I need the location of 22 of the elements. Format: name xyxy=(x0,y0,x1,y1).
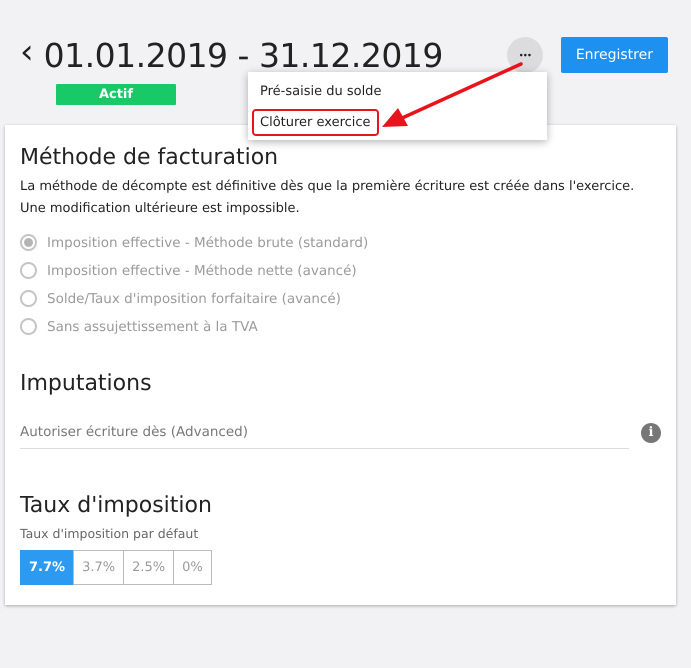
radio-label: Imposition effective - Méthode brute (standard) xyxy=(47,234,368,250)
radio-label: Sans assujettissement à la TVA xyxy=(47,318,258,334)
back-button[interactable]: ‹ xyxy=(20,35,44,75)
rate-toggle[interactable]: 2.5% xyxy=(123,550,174,585)
description: La méthode de décompte est définitive dès que la première écriture est créée dans l'exercice. Une modification ultérieure est impossible. xyxy=(20,178,636,218)
menu-item[interactable]: Pré-saisie du solde xyxy=(252,78,390,105)
rate-toggle[interactable]: 3.7% xyxy=(73,550,124,585)
menu-item[interactable]: Clôturer exercice xyxy=(252,109,379,136)
input-field[interactable]: Autoriser écriture dès (Advanced) xyxy=(20,416,629,449)
info-icon[interactable]: i xyxy=(641,422,661,442)
radio-label: Imposition effective - Méthode nette (avancé) xyxy=(47,262,357,278)
save-button[interactable]: Enregistrer xyxy=(560,37,668,73)
rate-toggle[interactable]: 0% xyxy=(173,550,212,585)
section-title: Taux d'imposition xyxy=(20,493,213,518)
field-label: Taux d'imposition par défaut xyxy=(20,526,200,541)
status-badge: Actif xyxy=(56,84,176,105)
page-title: 01.01.2019 - 31.12.2019 xyxy=(44,36,443,74)
more-button[interactable]: ••• xyxy=(506,37,543,73)
section-title: Méthode de facturation xyxy=(20,145,280,170)
rate-toggle[interactable]: 7.7% xyxy=(20,550,74,585)
radio-label: Solde/Taux d'imposition forfaitaire (avancé) xyxy=(47,290,341,306)
section-title: Imputations xyxy=(20,371,153,396)
